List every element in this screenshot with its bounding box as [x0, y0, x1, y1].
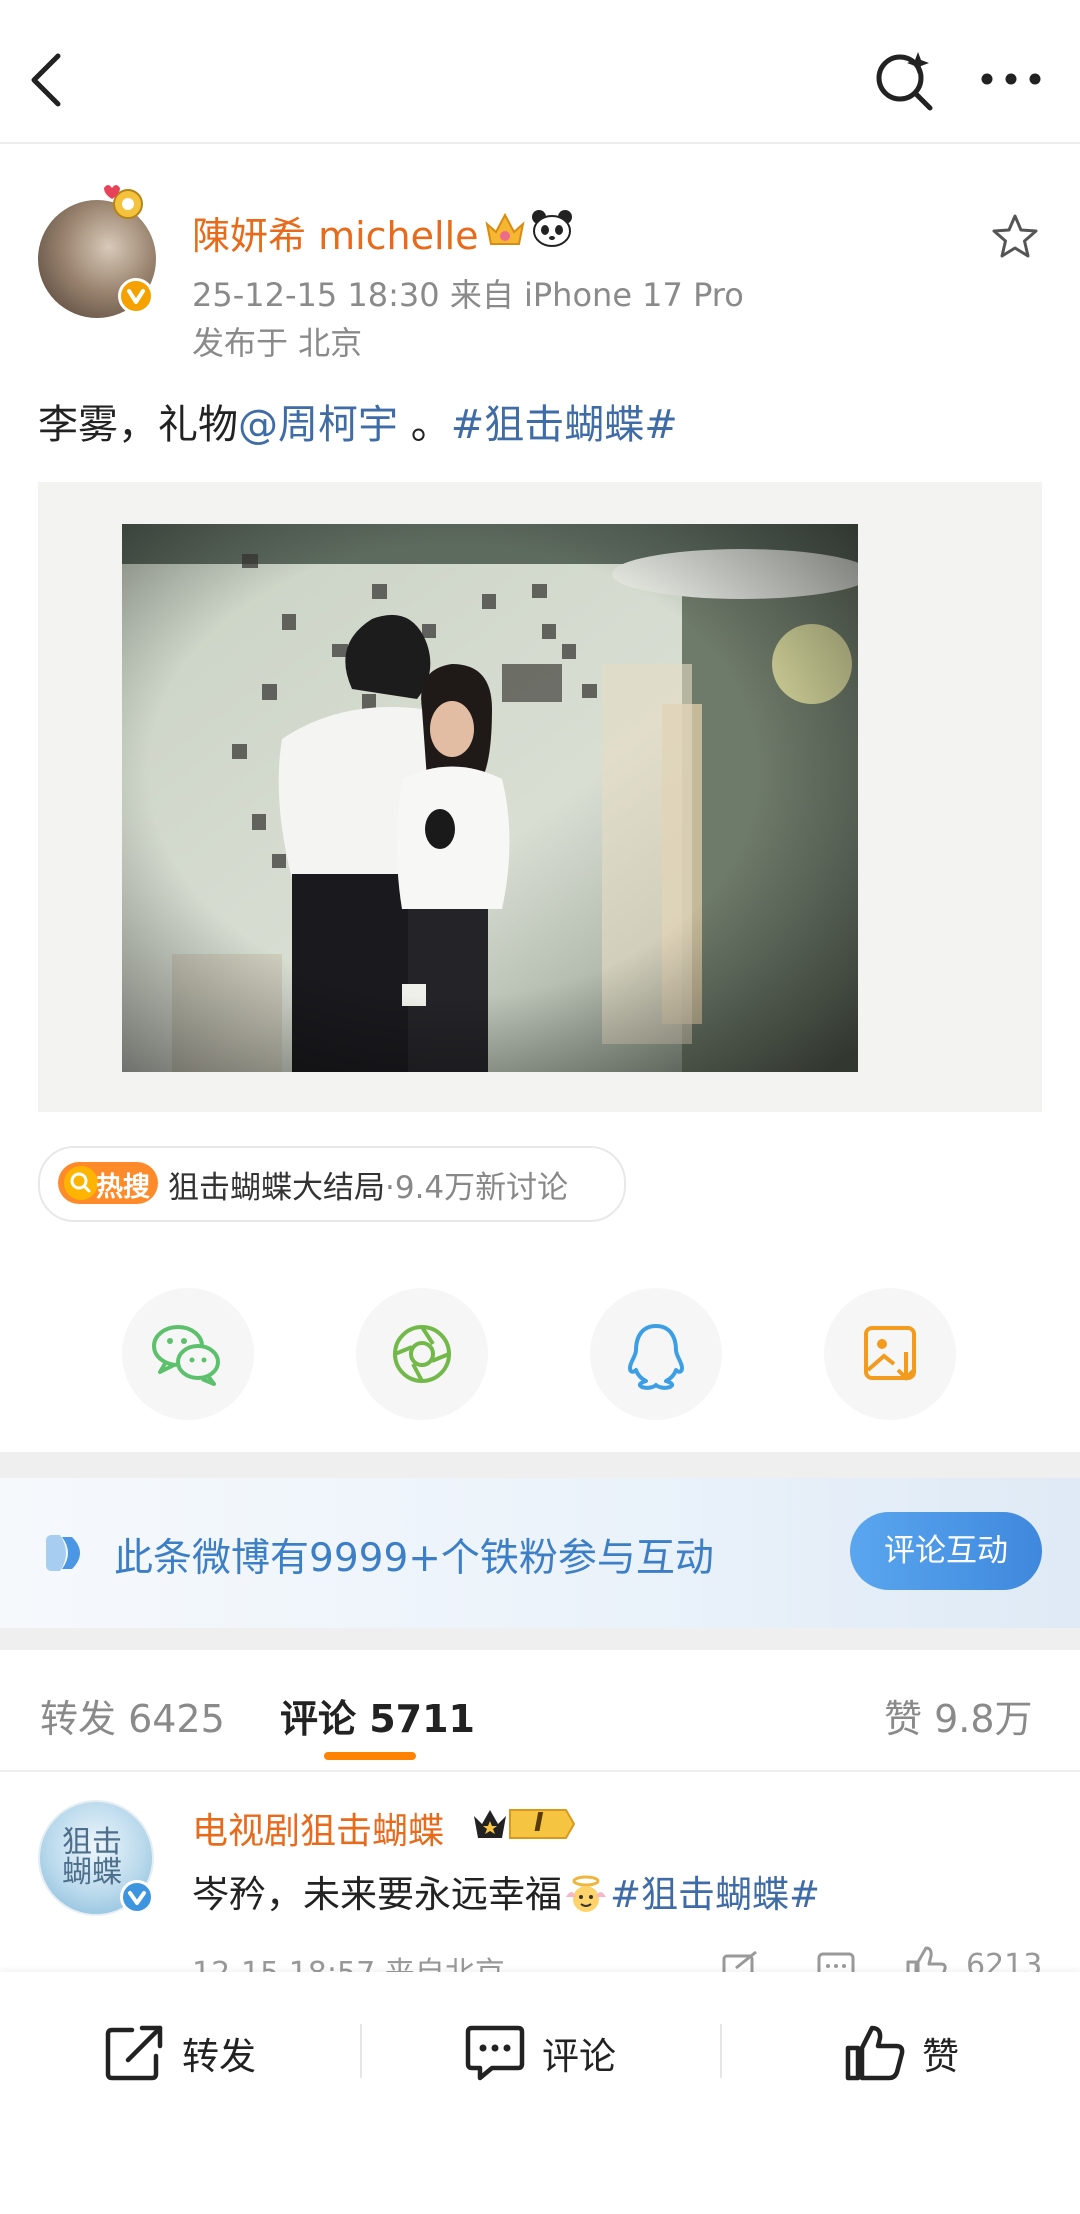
post-text-body: 李雾，礼物 — [38, 402, 238, 448]
tabs-divider — [0, 1770, 1080, 1772]
commenter-avatar-text: 狙击蝴蝶 — [62, 1825, 122, 1890]
comment-icon — [465, 2025, 525, 2081]
post-location: 发布于 北京 — [192, 324, 363, 362]
save-image-button[interactable] — [824, 1288, 956, 1420]
share-wechat-button[interactable] — [122, 1288, 254, 1420]
section-divider — [0, 1452, 1080, 1478]
qq-icon — [628, 1324, 684, 1390]
comment-body: 岑矜，未来要永远幸福 — [192, 1873, 562, 1916]
moments-icon — [393, 1325, 451, 1383]
mention-link[interactable]: @周柯宇 — [238, 402, 398, 448]
iron-fans-icon — [46, 1535, 80, 1571]
author-name[interactable]: 陳妍希 michelle — [192, 205, 479, 260]
bottom-repost-button[interactable]: 转发 — [104, 2022, 256, 2084]
section-divider — [0, 1628, 1080, 1650]
comment-interact-button[interactable]: 评论互动 — [850, 1512, 1042, 1590]
bottom-bar-divider — [720, 2024, 722, 2078]
back-chevron-left-icon[interactable] — [26, 50, 66, 110]
avatar-pendant-icon — [104, 185, 143, 219]
repost-icon — [105, 2025, 163, 2081]
post-photo[interactable] — [122, 524, 858, 1072]
crown-fan-badge-icon — [485, 212, 525, 245]
tab-like[interactable]: 赞 9.8万 — [884, 1688, 1033, 1743]
bottom-comment-label: 评论 — [542, 2035, 616, 2078]
verified-badge-icon — [120, 1880, 154, 1914]
hot-search-label: 热搜 — [96, 1172, 150, 1203]
angel-emoji-icon — [566, 1875, 606, 1912]
share-moments-button[interactable] — [356, 1288, 488, 1420]
hot-topic-text[interactable]: 狙击蝴蝶大结局·9.4万新讨论 — [168, 1162, 568, 1207]
comment-hashtag-link[interactable]: #狙击蝴蝶# — [610, 1873, 820, 1916]
hashtag-link[interactable]: #狙击蝴蝶# — [451, 402, 678, 448]
search-icon[interactable] — [872, 48, 938, 114]
fans-banner-text: 此条微博有9999+个铁粉参与互动 — [114, 1536, 714, 1581]
hot-topic-count: ·9.4万新讨论 — [385, 1170, 569, 1206]
save-image-icon — [864, 1326, 916, 1381]
post-text: 李雾，礼物@周柯宇 。#狙击蝴蝶# — [38, 392, 678, 450]
bottom-comment-button[interactable]: 评论 — [464, 2022, 616, 2084]
bottom-action-bar — [0, 1972, 1080, 2214]
post-text-punct: 。 — [398, 402, 451, 448]
comment-text: 岑矜，未来要永远幸福 #狙击蝴蝶# — [192, 1864, 820, 1918]
bottom-repost-label: 转发 — [182, 2035, 256, 2078]
tab-comment[interactable]: 评论 5711 — [280, 1688, 475, 1743]
bottom-like-button[interactable]: 赞 — [844, 2022, 959, 2084]
favorite-star-icon[interactable] — [990, 212, 1040, 262]
commenter-name[interactable]: 电视剧狙击蝴蝶 — [192, 1802, 444, 1854]
fan-level-number: I — [534, 1808, 544, 1838]
panda-icon — [532, 210, 572, 247]
thumbs-up-icon — [845, 2025, 905, 2081]
bottom-like-label: 赞 — [922, 2035, 959, 2078]
fan-level-badge: I — [470, 1804, 578, 1844]
wechat-icon — [152, 1325, 220, 1386]
share-qq-button[interactable] — [590, 1288, 722, 1420]
post-timestamp: 25-12-15 18:30 来自 iPhone 17 Pro — [192, 276, 744, 314]
hot-topic-title: 狙击蝴蝶大结局 — [168, 1170, 385, 1206]
tab-active-indicator — [324, 1752, 416, 1760]
more-options-icon[interactable] — [978, 70, 1044, 88]
verified-badge-icon — [118, 278, 154, 314]
top-nav-bar — [0, 0, 1080, 144]
bottom-bar-divider — [360, 2024, 362, 2078]
tab-repost[interactable]: 转发 6425 — [40, 1688, 225, 1743]
